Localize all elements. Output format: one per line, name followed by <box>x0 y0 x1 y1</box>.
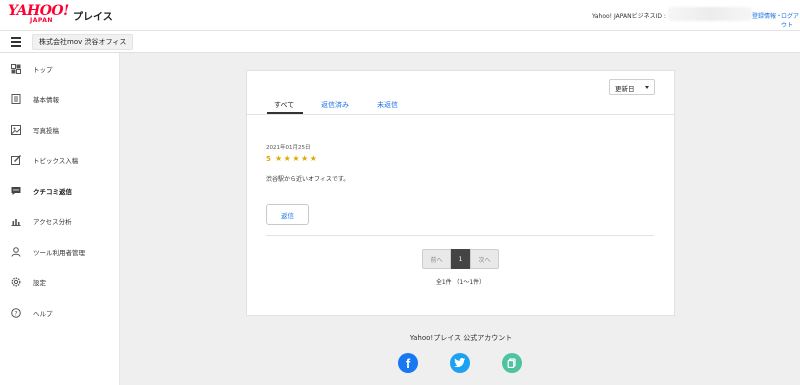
caret-down-icon <box>645 86 649 89</box>
sidebar-item-label: アクセス分析 <box>33 218 72 226</box>
reviews-card: 更新日 すべて 返信済み 未返信 2021年01月25日 5 ★★★★★ 渋谷駅… <box>246 70 675 316</box>
help-icon: ? <box>11 308 21 318</box>
tab-all[interactable]: すべて <box>274 100 294 110</box>
official-accounts-title: Yahoo!プレイス 公式アカウント <box>409 334 513 342</box>
sidebar-item-label: トップ <box>33 66 53 74</box>
logo-text: YAHOO! <box>8 3 69 19</box>
sidebar-item-reviews[interactable]: クチコミ返信 <box>0 181 120 201</box>
prev-page-button[interactable]: 前へ <box>422 249 451 269</box>
hamburger-icon[interactable] <box>11 37 21 47</box>
photo-icon <box>11 125 21 135</box>
sidebar-item-top[interactable]: トップ <box>0 59 120 79</box>
yahoo-japan-logo[interactable]: YAHOO! JAPAN <box>8 4 70 28</box>
sidebar-item-label: トピックス入稿 <box>33 157 79 165</box>
result-count: 全1件 （1〜1件） <box>435 279 486 286</box>
user-icon <box>11 247 21 257</box>
sidebar-item-label: ツール利用者管理 <box>33 249 85 257</box>
tab-replied[interactable]: 返信済み <box>321 100 349 110</box>
review-score: 5 <box>266 155 271 163</box>
sort-selected-value: 更新日 <box>615 85 635 93</box>
sidebar-item-help[interactable]: ? ヘルプ <box>0 303 120 323</box>
facebook-icon[interactable]: f <box>398 353 418 373</box>
business-id-value-masked <box>668 7 752 21</box>
sidebar-item-label: ヘルプ <box>33 310 53 318</box>
other-icon[interactable] <box>502 353 522 373</box>
account-name-chip[interactable]: 株式会社mov 渋谷オフィス <box>32 34 134 50</box>
sidebar-item-label: 基本情報 <box>33 96 59 104</box>
review-text: 渋谷駅から近いオフィスです。 <box>266 176 350 183</box>
reply-button[interactable]: 返信 <box>266 204 309 225</box>
sidebar-item-photo-post[interactable]: 写真投稿 <box>0 120 120 140</box>
sort-select[interactable]: 更新日 <box>609 79 655 95</box>
sidebar-item-topics[interactable]: トピックス入稿 <box>0 150 120 170</box>
sidebar-item-settings[interactable]: 設定 <box>0 272 120 292</box>
current-page-button[interactable]: 1 <box>451 249 470 269</box>
dashboard-icon <box>11 64 21 74</box>
sidebar-item-label: 写真投稿 <box>33 127 59 135</box>
next-page-button[interactable]: 次へ <box>470 249 499 269</box>
business-id-label: Yahoo! JAPANビジネスID : <box>592 13 666 20</box>
twitter-icon[interactable] <box>450 353 470 373</box>
sub-header: 株式会社mov 渋谷オフィス <box>0 31 800 53</box>
sidebar-item-basic-info[interactable]: 基本情報 <box>0 89 120 109</box>
tab-divider <box>247 114 674 115</box>
review-date: 2021年01月25日 <box>266 145 311 151</box>
top-bar: YAHOO! JAPAN プレイス Yahoo! JAPANビジネスID : 登… <box>0 0 800 31</box>
chat-icon <box>11 186 21 196</box>
sidebar-item-label: 設定 <box>33 279 46 287</box>
register-info-link[interactable]: 登録情報 <box>752 11 776 20</box>
sidebar: トップ 基本情報 写真投稿 トピックス入稿 クチコミ返信 アクセス分析 ツール利… <box>0 53 120 385</box>
star-rating-icon: ★★★★★ <box>275 154 319 163</box>
document-icon <box>11 94 21 104</box>
bar-chart-icon <box>11 216 21 226</box>
gear-icon <box>11 277 21 287</box>
sidebar-item-label: クチコミ返信 <box>33 188 72 196</box>
logo-subtext: JAPAN <box>30 17 53 24</box>
logout-link[interactable]: ログアウト <box>781 11 800 29</box>
svg-text:?: ? <box>14 310 17 318</box>
pagination: 前へ 1 次へ <box>422 249 499 269</box>
tab-unreplied[interactable]: 未返信 <box>377 100 398 110</box>
sidebar-item-analytics[interactable]: アクセス分析 <box>0 211 120 231</box>
brand-name: プレイス <box>73 12 113 23</box>
pencil-icon <box>11 155 21 165</box>
review-divider <box>266 235 654 236</box>
sidebar-item-user-management[interactable]: ツール利用者管理 <box>0 242 120 262</box>
